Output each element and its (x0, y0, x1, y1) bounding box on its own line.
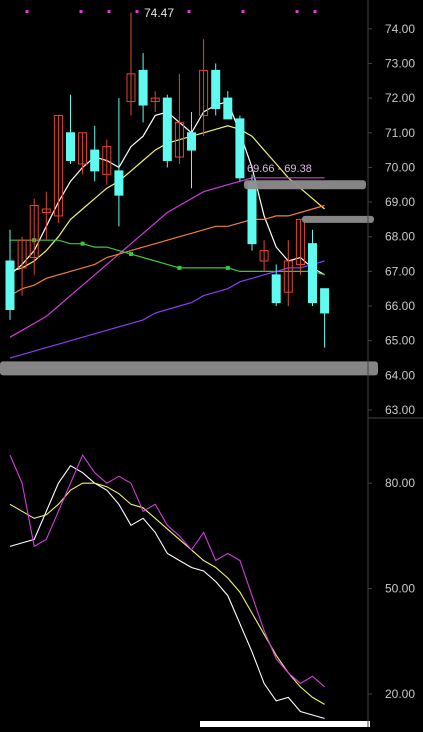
candle-body-down (114, 170, 124, 196)
ma-marker (129, 252, 133, 257)
candle-body-down (138, 69, 148, 106)
oscillator-tick-label: 20.00 (385, 687, 415, 701)
candle-body-down (223, 97, 233, 120)
top-marker-dot (107, 10, 111, 13)
candle-body-down (235, 118, 245, 179)
scroll-indicator (200, 721, 370, 727)
candle-body-down (5, 260, 15, 310)
top-marker-dot (295, 10, 299, 13)
oscillator-tick-label: 50.00 (385, 582, 415, 596)
price-tick-label: 64.00 (385, 368, 415, 382)
candle-body-down (308, 243, 317, 304)
price-tick-label: 68.00 (385, 230, 415, 244)
top-marker-dot (313, 10, 317, 13)
chart-canvas: 74.00 73.00 72.00 71.00 70.00 69.00 68.00 67.00… (0, 0, 423, 727)
price-tick-label: 66.00 (385, 299, 415, 313)
high-price-label: 74.47 (144, 6, 174, 20)
price-level-bar (244, 180, 366, 190)
price-tick-label: 72.00 (385, 91, 415, 105)
stock-chart: 74.00 73.00 72.00 71.00 70.00 69.00 68.00 67.00… (0, 0, 423, 727)
top-marker-dot (187, 10, 191, 13)
price-tick-label: 73.00 (385, 56, 415, 70)
ma-marker (177, 265, 182, 270)
top-marker-dot (79, 10, 83, 13)
price-level-bar (302, 215, 374, 223)
price-tick-label: 63.00 (385, 403, 415, 417)
candle-body-down (247, 180, 257, 245)
ma-marker (80, 241, 85, 246)
price-tick-label: 71.00 (385, 126, 415, 140)
candle-body-down (320, 288, 330, 314)
candle-body-down (271, 274, 281, 304)
top-marker-dot (135, 10, 139, 13)
price-tick-label: 70.00 (385, 160, 415, 174)
candle-body-down (162, 97, 172, 161)
top-marker-dot (25, 10, 29, 13)
price-tick-label: 67.00 (385, 264, 415, 278)
candle-body-down (90, 149, 100, 172)
price-tick-label: 65.00 (385, 334, 415, 348)
price-tick-label: 69.00 (385, 195, 415, 209)
price-level-bar (0, 361, 378, 376)
candle-body-down (211, 69, 221, 109)
candle (235, 115, 245, 182)
price-tick-label: 74.00 (385, 22, 415, 36)
range-label: 69.66 - 69.38 (247, 163, 312, 175)
candle-body-down (187, 132, 196, 151)
candle-body-down (66, 132, 75, 161)
oscillator-tick-label: 80.00 (385, 476, 415, 490)
top-marker-dot (241, 10, 245, 13)
candle (162, 94, 172, 168)
candle (211, 63, 221, 116)
ma-marker (225, 265, 230, 270)
